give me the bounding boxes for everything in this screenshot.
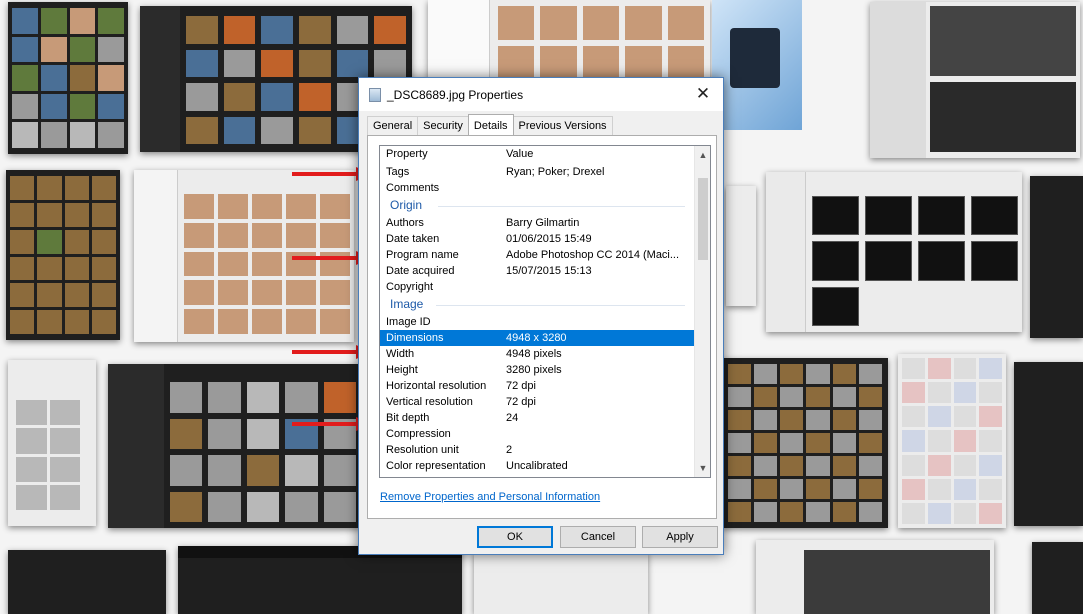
- property-row-authors[interactable]: Authors Barry Gilmartin: [380, 215, 695, 231]
- group-header-origin: Origin: [380, 196, 695, 215]
- property-value: Ryan; Poker; Drexel: [506, 166, 605, 178]
- property-value: 4948 x 3280: [506, 332, 567, 344]
- scroll-down-icon[interactable]: ▼: [695, 460, 710, 476]
- screenshot-tile: [178, 546, 462, 614]
- group-header-image: Image: [380, 295, 695, 314]
- property-row-color-representation[interactable]: Color representation Uncalibrated: [380, 458, 695, 474]
- property-row-bit-depth[interactable]: Bit depth 24: [380, 410, 695, 426]
- screenshot-tile: [722, 358, 888, 528]
- close-icon[interactable]: ✕: [693, 84, 713, 104]
- property-name: Vertical resolution: [386, 396, 473, 408]
- property-name: Date taken: [386, 233, 440, 245]
- property-row-horizontal-resolution[interactable]: Horizontal resolution 72 dpi: [380, 378, 695, 394]
- property-value: 3280 pixels: [506, 364, 562, 376]
- tab-security[interactable]: Security: [417, 116, 469, 135]
- remove-properties-link[interactable]: Remove Properties and Personal Informati…: [380, 491, 600, 503]
- property-row-resolution-unit[interactable]: Resolution unit 2: [380, 442, 695, 458]
- property-value: 15/07/2015 15:13: [506, 265, 592, 277]
- screenshot-tile: [8, 550, 166, 614]
- screenshot-tile: [1014, 362, 1083, 526]
- property-value: 01/06/2015 15:49: [506, 233, 592, 245]
- column-header-property[interactable]: Property: [386, 146, 428, 162]
- screenshot-tile: [756, 540, 994, 614]
- property-name: Bit depth: [386, 412, 430, 424]
- screenshot-tile: [712, 0, 802, 130]
- screenshot-tile: [6, 170, 120, 340]
- property-name: Resolution unit: [386, 444, 459, 456]
- property-name: Horizontal resolution: [386, 380, 487, 392]
- property-row-image-id[interactable]: Image ID: [380, 314, 695, 330]
- screenshot-tile: [8, 2, 128, 154]
- screenshot-tile: [1030, 176, 1083, 338]
- property-value: Uncalibrated: [506, 460, 568, 472]
- property-value: 72 dpi: [506, 380, 536, 392]
- property-row-height[interactable]: Height 3280 pixels: [380, 362, 695, 378]
- screenshot-tile: [870, 2, 1080, 158]
- property-row-dimensions[interactable]: Dimensions 4948 x 3280: [380, 330, 695, 346]
- property-row-copyright[interactable]: Copyright: [380, 279, 695, 295]
- property-name: Width: [386, 348, 415, 360]
- screenshot-tile: [766, 172, 1022, 332]
- column-header-value[interactable]: Value: [506, 146, 694, 162]
- screenshot-tile: [726, 186, 756, 306]
- property-name: Tags: [386, 166, 410, 178]
- property-name: Dimensions: [386, 332, 444, 344]
- property-value: 4948 pixels: [506, 348, 562, 360]
- property-value: 72 dpi: [506, 396, 536, 408]
- property-name: Height: [386, 364, 418, 376]
- property-row-date-acquired[interactable]: Date acquired 15/07/2015 15:13: [380, 263, 695, 279]
- property-name: Color representation: [386, 460, 486, 472]
- property-value: 2: [506, 444, 513, 456]
- dialog-title: _DSC8689.jpg Properties: [387, 88, 524, 102]
- screenshot-tile: [474, 552, 648, 614]
- property-row-comments[interactable]: Comments: [380, 180, 695, 196]
- property-name: Authors: [386, 217, 424, 229]
- property-row-compression[interactable]: Compression: [380, 426, 695, 442]
- property-row-program-name[interactable]: Program name Adobe Photoshop CC 2014 (Ma…: [380, 247, 695, 263]
- vertical-scrollbar[interactable]: ▲ ▼: [694, 146, 710, 477]
- column-header-row: Property Value: [380, 146, 695, 163]
- tab-details[interactable]: Details: [467, 114, 514, 135]
- property-row-vertical-resolution[interactable]: Vertical resolution 72 dpi: [380, 394, 695, 410]
- screenshot-tile: [108, 364, 360, 528]
- scrollbar-thumb[interactable]: [698, 178, 708, 260]
- property-value: Barry Gilmartin: [506, 217, 580, 229]
- screenshot-tile: [1032, 542, 1083, 614]
- tab-general[interactable]: General: [367, 116, 419, 135]
- property-name: Copyright: [386, 281, 434, 293]
- property-list[interactable]: Property Value Tags Ryan; Poker; Drexel …: [379, 145, 711, 478]
- cancel-button[interactable]: Cancel: [560, 526, 636, 548]
- property-row-tags[interactable]: Tags Ryan; Poker; Drexel: [380, 164, 695, 180]
- property-value: Adobe Photoshop CC 2014 (Maci...: [506, 249, 680, 261]
- property-name: Comments: [386, 182, 440, 194]
- ok-button[interactable]: OK: [477, 526, 553, 548]
- property-name: Image ID: [386, 316, 431, 328]
- property-name: Date acquired: [386, 265, 455, 277]
- property-name: Program name: [386, 249, 459, 261]
- title-bar[interactable]: _DSC8689.jpg Properties ✕: [359, 78, 723, 111]
- property-row-date-taken[interactable]: Date taken 01/06/2015 15:49: [380, 231, 695, 247]
- screenshot-tile: [8, 360, 96, 526]
- tab-strip: General Security Details Previous Versio…: [367, 114, 613, 136]
- apply-button[interactable]: Apply: [642, 526, 718, 548]
- property-name: Compression: [386, 428, 451, 440]
- tab-previous-versions[interactable]: Previous Versions: [512, 116, 613, 135]
- properties-dialog: _DSC8689.jpg Properties ✕ General Securi…: [358, 77, 724, 555]
- screenshot-tile: [898, 354, 1006, 528]
- property-row-width[interactable]: Width 4948 pixels: [380, 346, 695, 362]
- property-value: 24: [506, 412, 519, 424]
- scroll-up-icon[interactable]: ▲: [695, 147, 710, 163]
- details-panel: Property Value Tags Ryan; Poker; Drexel …: [367, 135, 717, 519]
- file-icon: [369, 88, 381, 102]
- screenshot-tile: [428, 0, 710, 84]
